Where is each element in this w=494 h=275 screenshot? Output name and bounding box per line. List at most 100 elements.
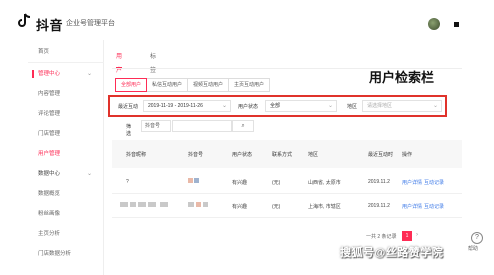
cell-region: 上海市, 市辖区 bbox=[308, 204, 341, 210]
search-button[interactable]: ⌕ bbox=[232, 120, 254, 132]
col-douyin-id: 抖音号 bbox=[188, 152, 204, 158]
date-range-picker[interactable]: 2019-11-19 - 2019-11-26 ⌄ bbox=[143, 100, 231, 112]
region-label: 地区 bbox=[347, 104, 358, 110]
sidebar-item-label: 数据概览 bbox=[38, 191, 61, 197]
cell-time: 2019.11.2 bbox=[368, 179, 390, 185]
col-actions: 操作 bbox=[402, 152, 413, 158]
redacted-nickname bbox=[160, 202, 168, 207]
sidebar-item-stores[interactable]: 门店管理 bbox=[28, 124, 104, 144]
sidebar-item-label: 主页分析 bbox=[38, 231, 61, 237]
cell-status: 有兴趣 bbox=[232, 180, 248, 186]
app-name: 抖音 bbox=[36, 18, 64, 33]
col-last-interaction: 最近互动时 bbox=[368, 152, 394, 158]
user-detail-link[interactable]: 用户详情 bbox=[402, 179, 422, 186]
sidebar-item-comments[interactable]: 评论管理 bbox=[28, 104, 104, 124]
sidebar-item-store-data[interactable]: 门店数据分析 bbox=[28, 244, 104, 264]
redacted-id bbox=[194, 178, 199, 183]
segment-homepage-users[interactable]: 主页互动用户 bbox=[228, 78, 271, 92]
douyin-logo-icon bbox=[18, 13, 31, 27]
sidebar-item-home[interactable]: 首页 bbox=[28, 42, 104, 62]
interaction-label: 最近互动 bbox=[118, 104, 139, 110]
sidebar-item-label: 评论管理 bbox=[38, 111, 61, 117]
user-search-bar: 最近互动 2019-11-19 - 2019-11-26 ⌄ 用户状态 全部 ⌄… bbox=[108, 95, 447, 117]
redacted-id bbox=[196, 202, 201, 207]
sidebar-item-homepage-analysis[interactable]: 主页分析 bbox=[28, 224, 104, 244]
redacted-id bbox=[203, 202, 208, 207]
active-indicator bbox=[32, 70, 34, 78]
cell-contact: (无) bbox=[272, 180, 281, 186]
chevron-down-icon: ⌄ bbox=[221, 103, 227, 109]
search-icon: ⌕ bbox=[241, 123, 245, 129]
sidebar-item-users[interactable]: 用户管理 bbox=[28, 144, 104, 164]
table-row: 有兴趣 (无) 上海市, 市辖区 2019.11.2 用户详情 互动记录 bbox=[112, 194, 462, 218]
interaction-record-link[interactable]: 互动记录 bbox=[424, 179, 444, 186]
sidebar-item-label: 门店管理 bbox=[38, 131, 61, 137]
sidebar-divider bbox=[28, 62, 104, 63]
region-select[interactable]: 请选择地区 ⌄ bbox=[362, 100, 442, 112]
cell-contact: (无) bbox=[272, 204, 281, 210]
sidebar-item-fan-profile[interactable]: 粉丝画像 bbox=[28, 204, 104, 224]
tab-user-management[interactable]: 用户管理 bbox=[116, 50, 123, 102]
user-type-segment: 全部用户 私信互动用户 视频互动用户 主页互动用户 bbox=[115, 78, 271, 92]
redacted-id bbox=[188, 178, 193, 183]
main-content: 用户管理 标签管理 全部用户 私信互动用户 视频互动用户 主页互动用户 用户检索… bbox=[104, 40, 466, 275]
sidebar-group-management[interactable]: 管理中心 ⌄ bbox=[28, 64, 104, 84]
next-page-icon[interactable]: › bbox=[416, 232, 418, 238]
help-label: 帮助 bbox=[468, 246, 479, 252]
sidebar: 首页 管理中心 ⌄ 内容管理 评论管理 门店管理 用户管理 数据中心 ⌄ 数据概… bbox=[28, 40, 104, 275]
watermark: 搜狐号@丝路赞学院 bbox=[340, 247, 444, 259]
segment-video-users[interactable]: 视频互动用户 bbox=[187, 78, 230, 92]
filter-field-value: 抖音号 bbox=[145, 123, 161, 129]
table-row: ? 有兴趣 (无) 山西省, 太原市 2019.11.2 用户详情 互动记录 bbox=[112, 170, 462, 194]
user-avatar[interactable] bbox=[428, 18, 440, 30]
redacted-nickname bbox=[130, 202, 136, 207]
menu-icon[interactable] bbox=[454, 22, 459, 27]
date-range-value: 2019-11-19 - 2019-11-26 bbox=[148, 103, 203, 109]
interaction-record-link[interactable]: 互动记录 bbox=[424, 203, 444, 210]
segment-dm-users[interactable]: 私信互动用户 bbox=[146, 78, 189, 92]
col-status: 用户状态 bbox=[232, 152, 253, 158]
keyword-input[interactable] bbox=[172, 120, 232, 132]
status-value: 全部 bbox=[270, 103, 281, 109]
sidebar-item-label: 门店数据分析 bbox=[38, 251, 72, 257]
sidebar-item-label: 首页 bbox=[38, 49, 50, 55]
chevron-down-icon: ⌄ bbox=[432, 103, 438, 109]
sidebar-group-data[interactable]: 数据中心 ⌄ bbox=[28, 164, 104, 184]
sidebar-item-data-overview[interactable]: 数据概览 bbox=[28, 184, 104, 204]
pagination: 一共 2 条记录 ‹ 1 › bbox=[366, 231, 466, 241]
prev-page-icon[interactable]: ‹ bbox=[394, 232, 396, 238]
cell-status: 有兴趣 bbox=[232, 204, 248, 210]
user-detail-link[interactable]: 用户详情 bbox=[402, 203, 422, 210]
redacted-nickname bbox=[138, 202, 146, 207]
chevron-down-icon: ⌄ bbox=[86, 71, 92, 77]
top-bar: 抖音 企业号管理平台 bbox=[0, 0, 494, 40]
annotation-label: 用户检索栏 bbox=[369, 70, 435, 85]
tab-tag-management[interactable]: 标签管理 bbox=[150, 50, 156, 102]
status-select[interactable]: 全部 ⌄ bbox=[265, 100, 337, 112]
segment-all-users[interactable]: 全部用户 bbox=[115, 78, 148, 92]
pagination-total: 一共 2 条记录 bbox=[366, 234, 397, 240]
table-header: 抖音昵称 抖音号 用户状态 联系方式 地区 最近互动时 操作 bbox=[112, 140, 462, 168]
sidebar-item-label: 用户管理 bbox=[38, 151, 61, 157]
sidebar-item-label: 内容管理 bbox=[38, 91, 61, 97]
cell-nickname: ? bbox=[126, 179, 129, 185]
chevron-down-icon: ⌄ bbox=[86, 171, 92, 177]
sidebar-item-label: 数据中心 bbox=[38, 171, 61, 177]
cell-time: 2019.11.2 bbox=[368, 203, 390, 209]
sidebar-item-label: 管理中心 bbox=[38, 71, 61, 77]
redacted-id bbox=[188, 202, 194, 207]
sidebar-item-content[interactable]: 内容管理 bbox=[28, 84, 104, 104]
status-label: 用户状态 bbox=[238, 104, 259, 110]
region-placeholder: 请选择地区 bbox=[367, 103, 393, 109]
redacted-nickname bbox=[120, 202, 128, 207]
col-nickname: 抖音昵称 bbox=[126, 152, 147, 158]
chevron-down-icon: ⌄ bbox=[327, 103, 333, 109]
help-icon: ? bbox=[471, 232, 483, 244]
page-1-button[interactable]: 1 bbox=[402, 231, 412, 241]
filter-field-select[interactable]: 抖音号 bbox=[141, 120, 171, 132]
col-contact: 联系方式 bbox=[272, 152, 293, 158]
help-button[interactable]: ? 帮助 bbox=[466, 232, 488, 254]
sidebar-item-label: 粉丝画像 bbox=[38, 211, 61, 217]
filter-label: 筛选 bbox=[126, 124, 132, 137]
cell-region: 山西省, 太原市 bbox=[308, 180, 341, 186]
